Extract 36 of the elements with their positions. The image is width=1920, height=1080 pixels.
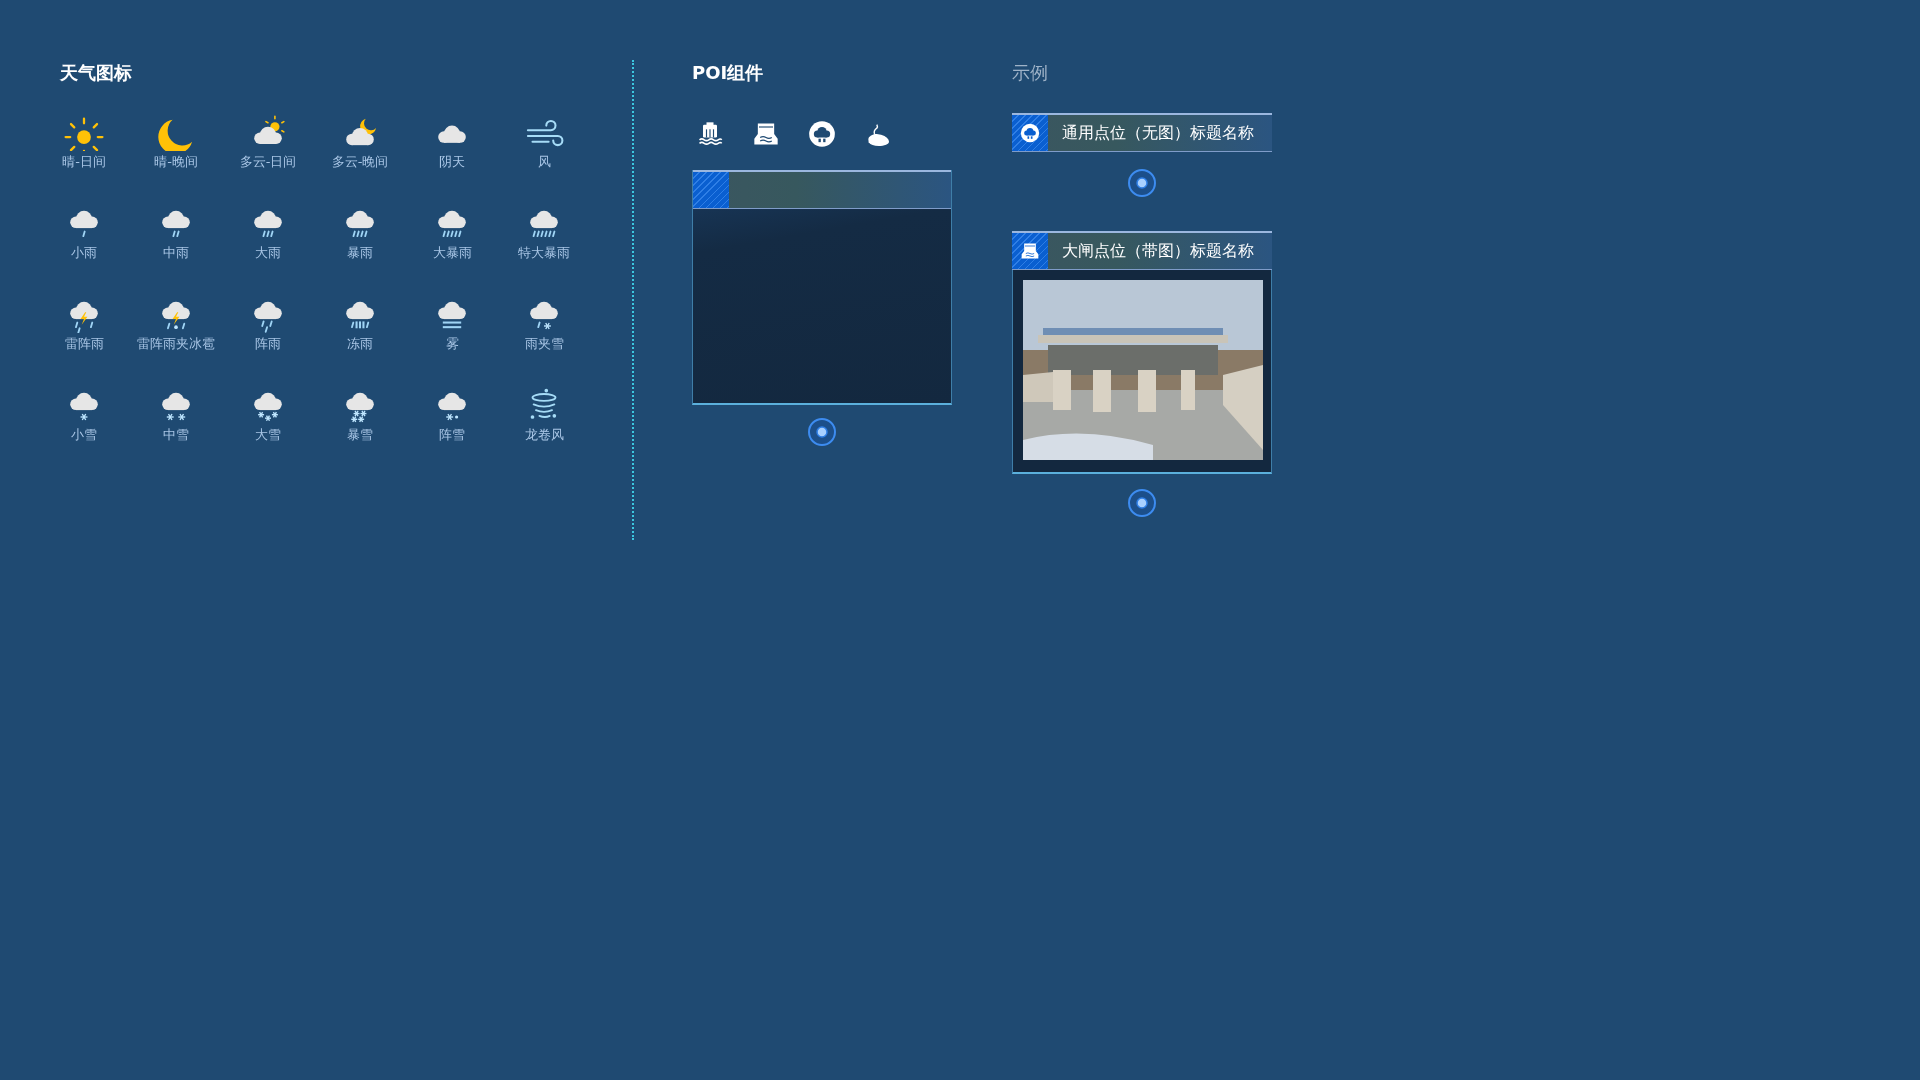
icon-label: 晴-晚间 xyxy=(154,153,198,171)
cloud-rain-icon xyxy=(1020,123,1040,143)
icon-label: 大雪 xyxy=(255,426,281,444)
map-marker xyxy=(1127,488,1157,518)
icon-label: 雾 xyxy=(445,335,459,353)
gate-icon xyxy=(1020,241,1040,261)
icon-label: 阵雪 xyxy=(439,426,465,444)
icon-label: 大雨 xyxy=(255,244,281,262)
icon-label: 小雪 xyxy=(71,426,97,444)
cloud-rain-icon[interactable] xyxy=(808,120,836,148)
section-title: 天气图标 xyxy=(60,61,133,85)
icon-label: 龙卷风 xyxy=(524,426,564,444)
icon-label: 暴雨 xyxy=(347,244,373,262)
icon-label: 特大暴雨 xyxy=(518,244,570,262)
poi-title: 大闸点位（带图）标题名称 xyxy=(1062,240,1254,262)
icon-label: 大暴雨 xyxy=(432,244,472,262)
icon-label: 雷阵雨 xyxy=(64,335,104,353)
icon-label: 阵雨 xyxy=(255,335,281,353)
poi-title: 通用点位（无图）标题名称 xyxy=(1062,122,1254,144)
icon-label: 晴-日间 xyxy=(62,153,106,171)
section-title: POI组件 xyxy=(692,61,765,85)
icon-label: 多云-晚间 xyxy=(331,153,389,171)
building-icon[interactable] xyxy=(696,120,724,148)
icon-label: 风 xyxy=(537,153,551,171)
section-title: 示例 xyxy=(1012,61,1049,85)
icon-label: 阴天 xyxy=(439,153,465,171)
icon-label: 中雨 xyxy=(163,244,189,262)
icon-label: 多云-日间 xyxy=(239,153,297,171)
map-marker xyxy=(1127,168,1157,198)
icon-label: 中雪 xyxy=(163,426,189,444)
icon-label: 雨夹雪 xyxy=(524,335,564,353)
icon-label: 暴雪 xyxy=(347,426,373,444)
map-marker xyxy=(807,417,837,447)
icon-label: 冻雨 xyxy=(347,335,373,353)
icon-label: 雷阵雨夹冰雹 xyxy=(137,335,215,353)
icon-label: 小雨 xyxy=(71,244,97,262)
